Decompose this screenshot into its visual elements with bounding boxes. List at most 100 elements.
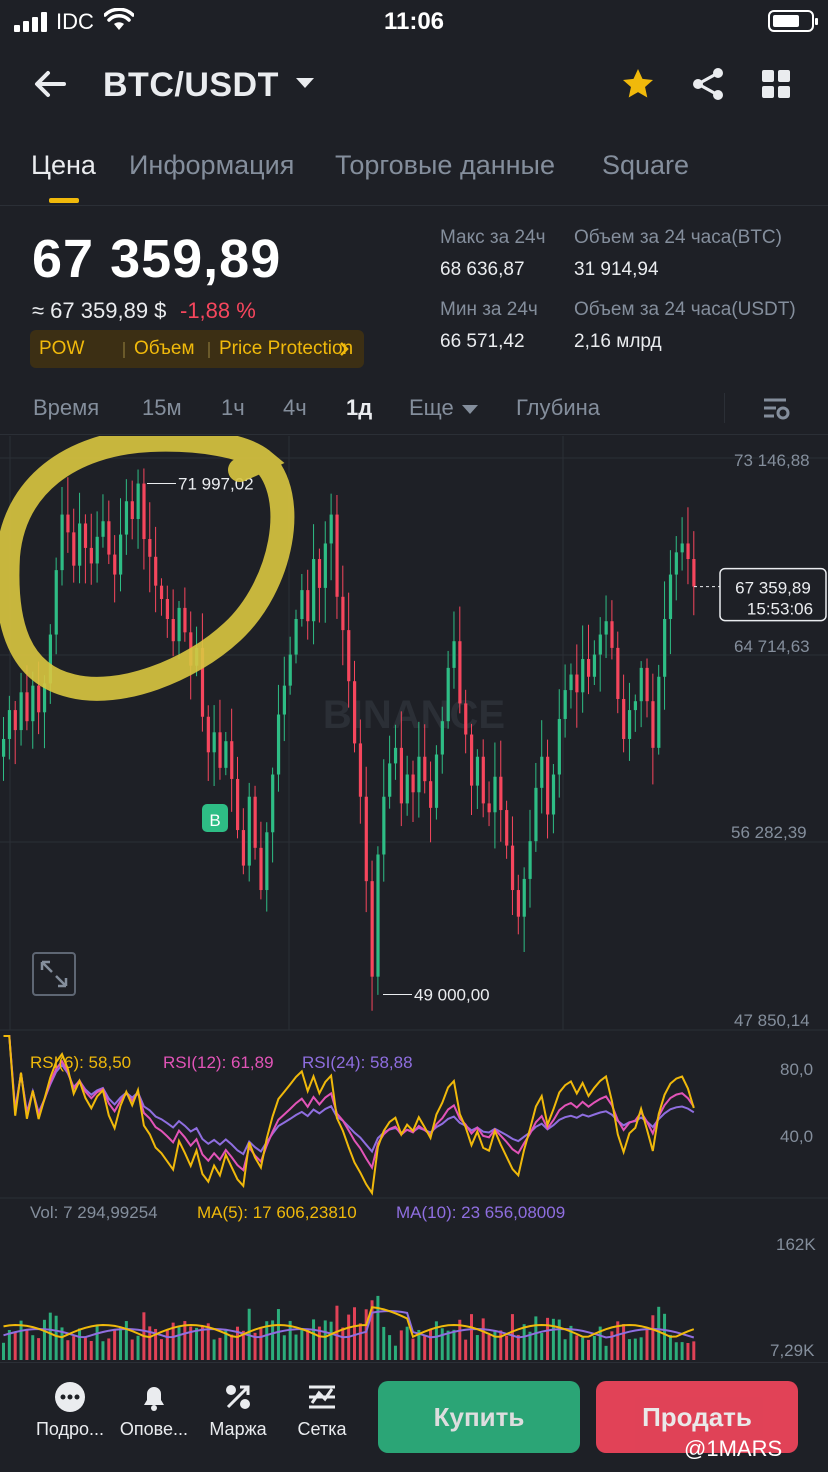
tab-info[interactable]: Информация [129, 150, 294, 181]
candle-body [499, 776, 503, 811]
volume-bar [627, 1339, 631, 1360]
highlight-circle-annotation [0, 436, 295, 701]
candle-body [66, 514, 70, 533]
volume-ma10-label: MA(10): 23 656,08009 [396, 1203, 566, 1222]
volume-ma5-label: MA(5): 17 606,23810 [197, 1203, 357, 1222]
stat-vol-btc-value: 31 914,94 [574, 259, 659, 280]
tab-price[interactable]: Цена [31, 150, 96, 181]
candle-body [557, 718, 561, 775]
volume-bar [113, 1330, 117, 1360]
candle-body [95, 536, 99, 564]
volume-bar [534, 1316, 538, 1360]
pair-title[interactable]: BTC/USDT [103, 66, 279, 105]
chart-settings-icon[interactable] [760, 393, 792, 425]
interval-15m[interactable]: 15м [142, 395, 182, 421]
buy-button[interactable]: Купить [378, 1381, 580, 1453]
nav-margin[interactable]: Маржа [195, 1381, 281, 1440]
section-tabs: Цена Информация Торговые данные Square [0, 150, 828, 206]
volume-bar [218, 1337, 222, 1360]
candle-body [288, 654, 292, 686]
candle-body [429, 781, 433, 808]
interval-1h[interactable]: 1ч [221, 395, 245, 421]
chevron-down-icon[interactable] [296, 78, 314, 88]
interval-time[interactable]: Время [33, 395, 99, 421]
candle-body [610, 621, 614, 648]
tag-pow[interactable]: POW [39, 338, 84, 360]
volume-bar [25, 1330, 29, 1360]
tag-bar[interactable]: POW Объем Price Protection [30, 330, 364, 368]
candle-body [224, 741, 228, 768]
chart-grid [0, 436, 828, 1199]
volume-bar [294, 1334, 298, 1360]
candle-body [300, 590, 304, 619]
volume-bar [423, 1335, 427, 1360]
tag-divider [208, 342, 210, 358]
volume-bar [429, 1329, 433, 1360]
price-chart[interactable]: BINANCE 71 997,0249 000,0067 359,8915:53… [0, 436, 828, 1362]
volume-bar [212, 1339, 216, 1360]
expand-icon[interactable] [32, 952, 76, 996]
candle-body [13, 710, 17, 731]
back-arrow-icon[interactable] [30, 64, 70, 104]
tab-trading-data[interactable]: Торговые данные [335, 150, 555, 181]
volume-bar [72, 1336, 76, 1360]
header: BTC/USDT [0, 50, 828, 122]
bell-icon [144, 1387, 164, 1411]
interval-depth[interactable]: Глубина [516, 395, 600, 421]
nav-more[interactable]: Подро... [27, 1381, 113, 1440]
clock: 11:06 [383, 8, 445, 35]
tag-volume[interactable]: Объем [134, 338, 195, 360]
axis-label: 73 146,88 [734, 451, 810, 470]
volume-bar [663, 1313, 667, 1360]
volume-bar [130, 1339, 134, 1360]
volume-axis-low: 7,29K [770, 1341, 815, 1360]
nav-margin-label: Маржа [209, 1419, 267, 1439]
volume-bar [37, 1338, 41, 1360]
candle-body [434, 754, 439, 808]
candle-body [25, 692, 29, 722]
candle-body [627, 710, 632, 739]
candle-body [370, 881, 374, 977]
interval-1d[interactable]: 1д [346, 395, 372, 421]
candle-body [119, 534, 123, 575]
candle-body [60, 514, 64, 571]
candle-body [7, 710, 12, 739]
candle-body [54, 570, 58, 635]
candle-body [551, 774, 556, 815]
candle-body [604, 621, 608, 635]
volume-bar [95, 1325, 99, 1360]
candle-countdown: 15:53:06 [747, 600, 813, 619]
candle-body [113, 554, 117, 575]
candle-body [569, 674, 573, 691]
candle-body [622, 698, 626, 739]
volume-bar [282, 1335, 286, 1360]
tag-price-protection[interactable]: Price Protection [219, 338, 353, 360]
volume-bar [353, 1307, 356, 1360]
volume-bar [323, 1320, 327, 1360]
candle-body [575, 674, 579, 693]
volume-bar [446, 1330, 450, 1360]
candle-body [265, 832, 269, 891]
tab-square[interactable]: Square [602, 150, 689, 181]
candle-body [470, 734, 474, 786]
candle-body [353, 681, 357, 744]
nav-alerts[interactable]: Опове... [111, 1381, 197, 1440]
min-price-marker: 49 000,00 [414, 985, 490, 1004]
interval-4h[interactable]: 4ч [283, 395, 307, 421]
candle-body [89, 547, 93, 564]
favorite-star-icon[interactable] [620, 66, 656, 102]
candle-body [19, 692, 23, 731]
layout-grid-icon[interactable] [762, 70, 792, 100]
candle-body [399, 747, 403, 804]
share-icon[interactable] [690, 66, 726, 102]
volume-bar [54, 1315, 58, 1360]
candle-body [159, 585, 164, 600]
candle-body [680, 543, 684, 553]
candle-body [236, 778, 240, 831]
volume-bar [101, 1341, 105, 1360]
candle-body [2, 738, 6, 757]
nav-grid[interactable]: Сетка [279, 1381, 365, 1440]
nav-more-label: Подро... [35, 1419, 105, 1439]
interval-more[interactable]: Еще [409, 395, 454, 421]
volume-bar [405, 1326, 409, 1360]
